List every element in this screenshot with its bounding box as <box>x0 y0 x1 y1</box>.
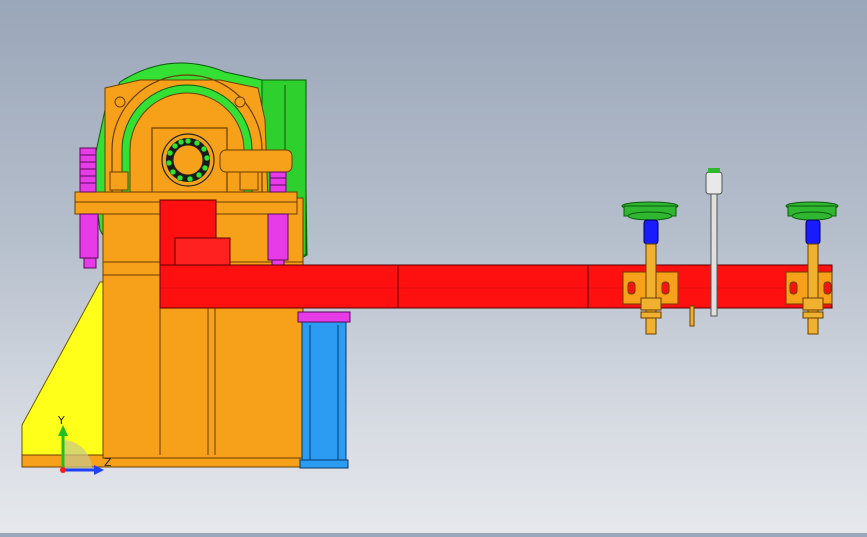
y-axis-label: Y <box>57 414 65 427</box>
cad-viewport[interactable]: Y Z <box>0 0 867 533</box>
cad-model-drawing: Y Z <box>21 62 839 475</box>
spring-right <box>267 171 289 269</box>
z-axis-label: Z <box>104 456 112 469</box>
blue-support-column <box>301 321 347 465</box>
